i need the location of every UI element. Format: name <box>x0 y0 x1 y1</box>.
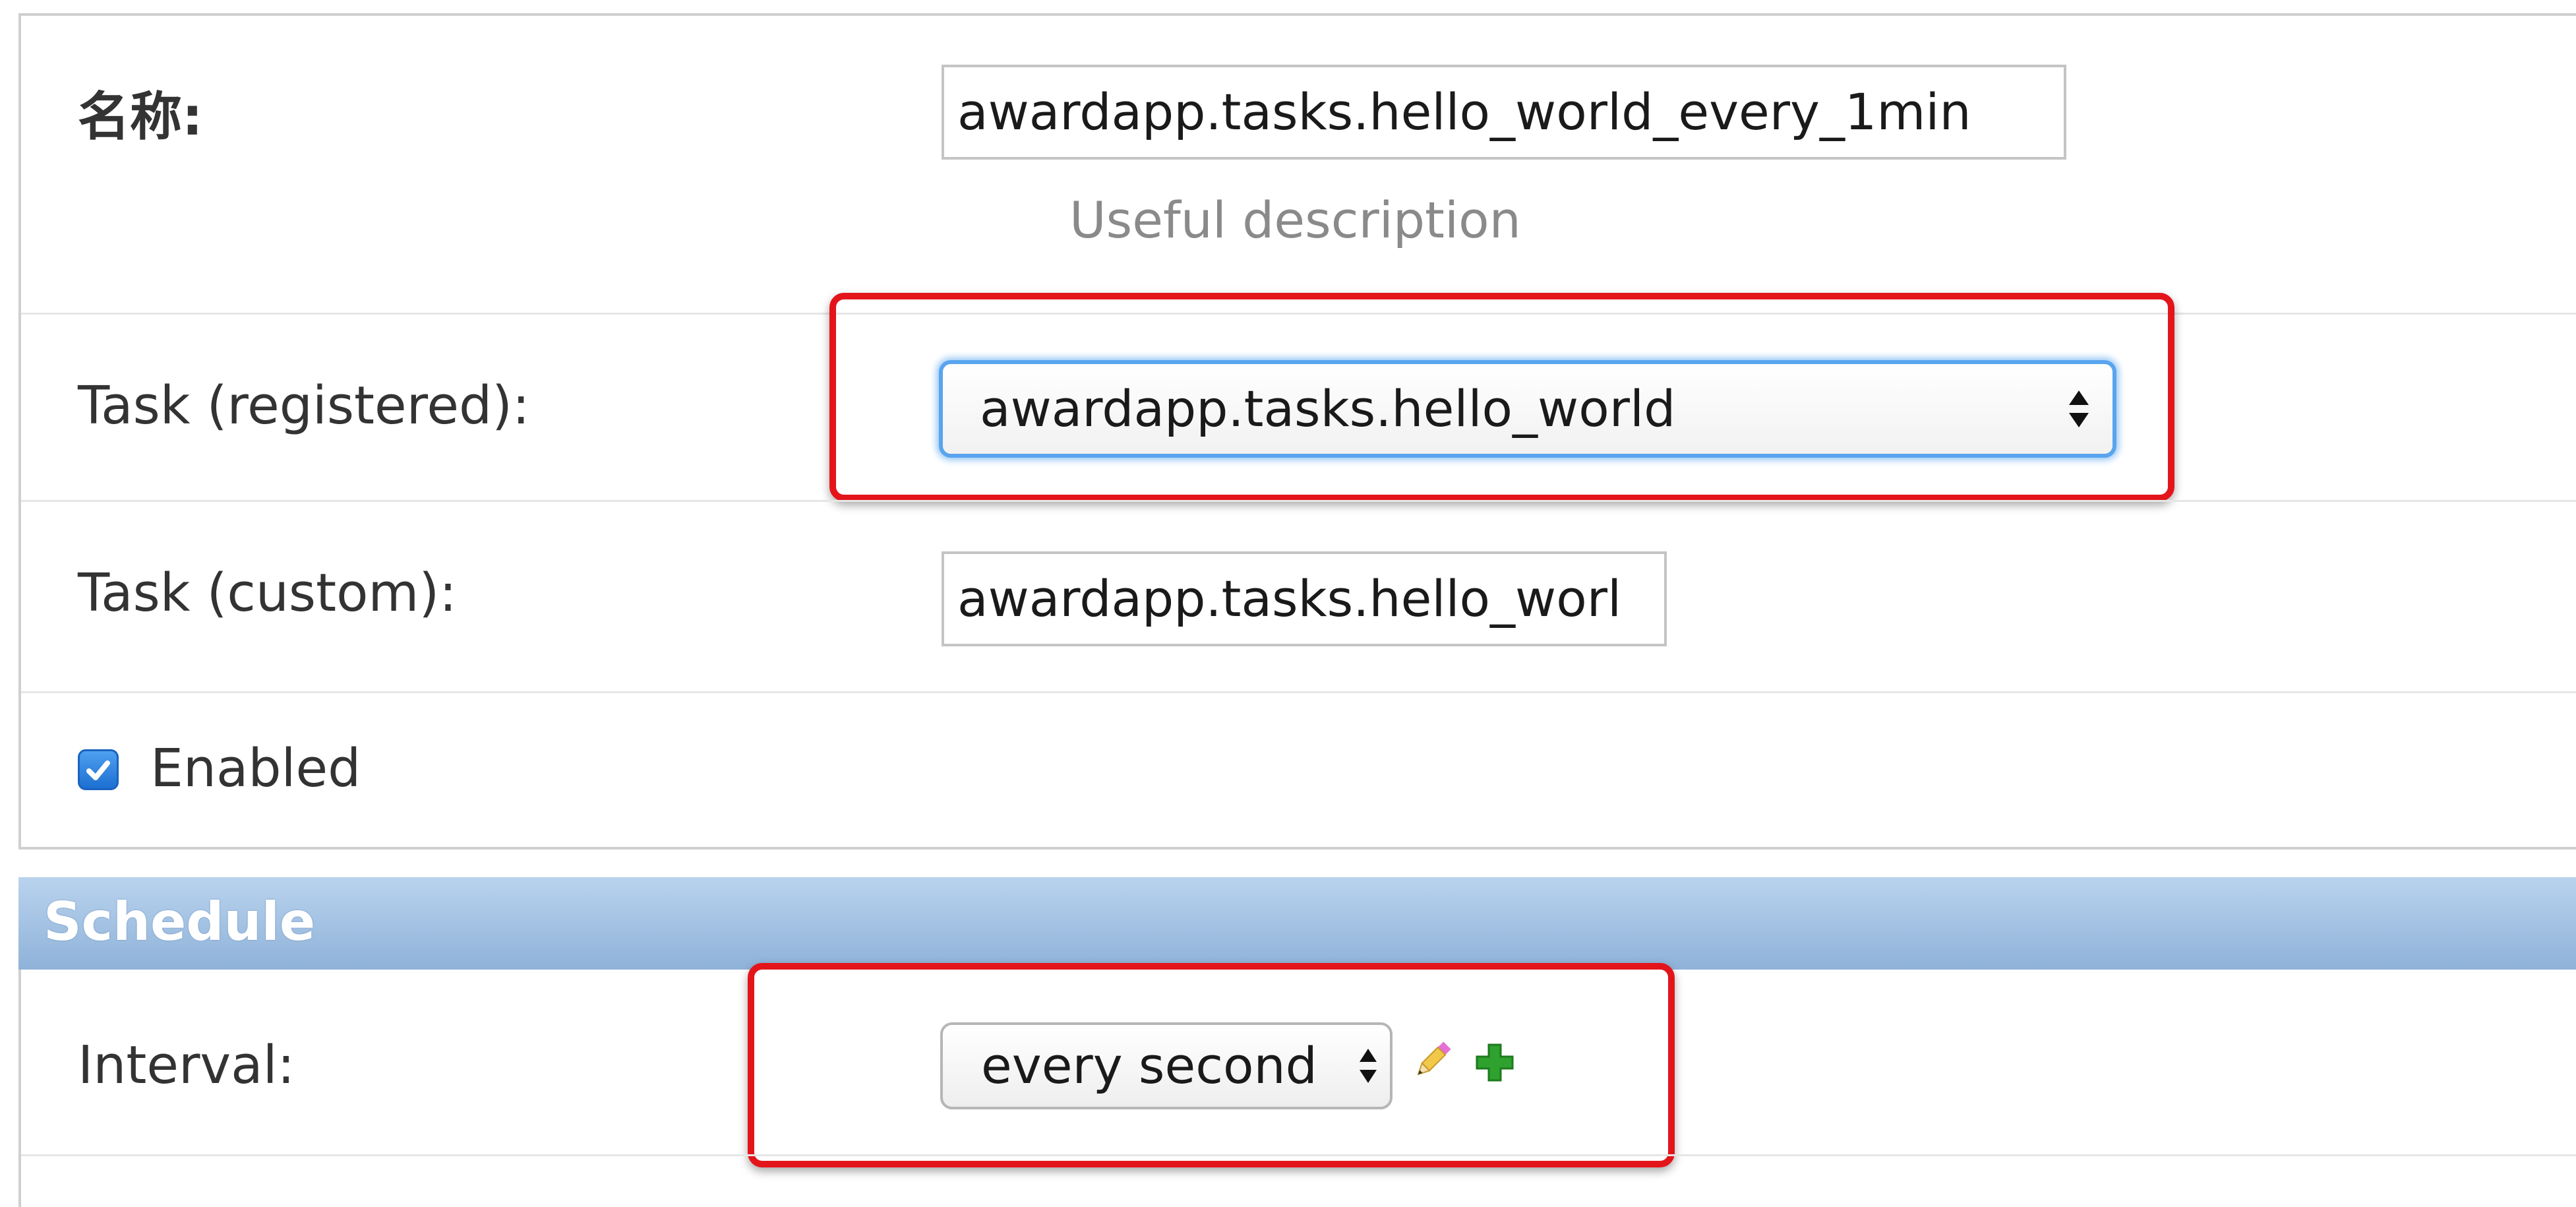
task-registered-label: Task (registered): <box>78 375 530 436</box>
task-custom-label: Task (custom): <box>78 563 457 623</box>
task-custom-input[interactable]: awardapp.tasks.hello_worl <box>942 551 1667 646</box>
name-label: 名称: <box>78 86 203 147</box>
enabled-label: Enabled <box>150 738 361 799</box>
schedule-title: Schedule <box>44 891 316 952</box>
enabled-checkbox[interactable] <box>78 749 119 790</box>
checkmark-icon <box>86 760 110 780</box>
schedule-section-header <box>18 877 2576 970</box>
name-help-text: Useful description <box>1069 191 1521 249</box>
interval-label: Interval: <box>78 1035 295 1096</box>
highlight-box-interval <box>748 963 1675 1167</box>
row-divider <box>21 1154 2576 1156</box>
row-divider <box>21 691 2576 693</box>
highlight-box-task <box>829 293 2174 501</box>
name-input[interactable]: awardapp.tasks.hello_world_every_1min <box>942 65 2066 160</box>
row-divider <box>21 500 2576 502</box>
